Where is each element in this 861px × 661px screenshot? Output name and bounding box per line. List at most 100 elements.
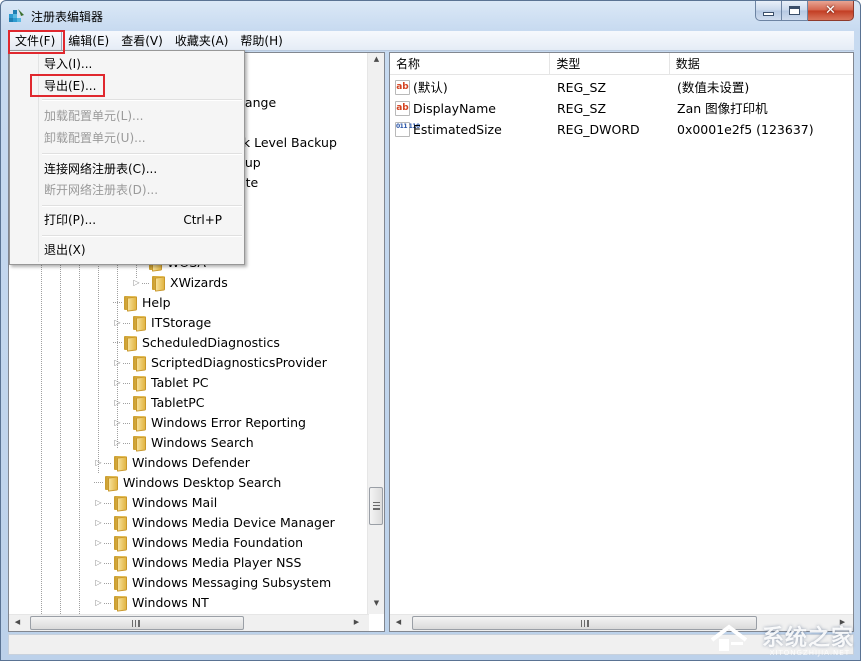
- expand-arrow-icon[interactable]: ▷: [113, 373, 122, 393]
- value-row[interactable]: ab (默认) REG_SZ (数值未设置): [390, 77, 851, 98]
- tree-item[interactable]: Windows Desktop Search: [94, 473, 281, 493]
- tree-item[interactable]: ▷ Windows Defender: [94, 453, 250, 473]
- tree-item[interactable]: ▷ Windows Mail: [94, 493, 217, 513]
- folder-icon: [122, 295, 138, 312]
- scroll-up-arrow[interactable]: ▲: [368, 55, 384, 63]
- menu-item-connect-network-registry[interactable]: 连接网络注册表(C)...: [44, 159, 240, 179]
- value-row[interactable]: 011 110EstimatedSize REG_DWORD 0x0001e2f5 …: [390, 119, 851, 140]
- tree-item[interactable]: ▷ XWizards: [132, 273, 228, 293]
- tree-item[interactable]: ▷ Tablet PC: [113, 373, 208, 393]
- column-header-type[interactable]: 类型: [550, 53, 670, 75]
- folder-icon: [103, 475, 119, 492]
- menu-item-exit[interactable]: 退出(X): [44, 240, 240, 260]
- tree-item-label: Windows Error Reporting: [151, 415, 306, 430]
- tree-item[interactable]: ▷ Windows Messaging Subsystem: [94, 573, 331, 593]
- tree-item[interactable]: ▷ Windows NT: [94, 593, 209, 613]
- folder-icon: [112, 535, 128, 552]
- tree-item[interactable]: ▷ Windows Media Player NSS: [94, 553, 301, 573]
- value-name-cell: ab (默认): [390, 77, 551, 98]
- expand-arrow-icon[interactable]: ▷: [94, 513, 103, 533]
- tree-horizontal-scrollbar[interactable]: ◀ ▶: [9, 614, 369, 631]
- tree-item-label: Windows Mail: [132, 495, 218, 510]
- grip-icon: [373, 502, 380, 510]
- tree-item[interactable]: ▷ ITStorage: [113, 313, 211, 333]
- tree-item-label: ITStorage: [151, 315, 212, 330]
- expand-arrow-icon[interactable]: ▷: [113, 353, 122, 373]
- grip-icon: [581, 620, 589, 627]
- folder-icon: [112, 495, 128, 512]
- grip-icon: [132, 620, 140, 627]
- expand-arrow-icon[interactable]: ▷: [94, 553, 103, 573]
- folder-icon: [112, 555, 128, 572]
- tree-item-label: Windows NT: [132, 595, 209, 610]
- tree-item-label: Windows Search: [151, 435, 254, 450]
- expand-arrow-icon[interactable]: ▷: [94, 533, 103, 553]
- title-bar[interactable]: 注册表编辑器 ✕: [1, 1, 860, 31]
- expand-arrow-icon[interactable]: ▷: [94, 573, 103, 593]
- minimize-button[interactable]: [755, 1, 782, 21]
- tree-item[interactable]: ▷ Windows Media Device Manager: [94, 513, 335, 533]
- close-button[interactable]: ✕: [808, 1, 854, 21]
- folder-icon: [131, 435, 147, 452]
- menu-separator: [42, 235, 242, 237]
- registry-editor-icon: [9, 9, 24, 22]
- tree-item[interactable]: ▷ Windows Media Foundation: [94, 533, 303, 553]
- expand-arrow-icon[interactable]: ▷: [94, 493, 103, 513]
- expand-arrow-icon[interactable]: ▷: [132, 273, 141, 293]
- tree-item-label: Windows Media Device Manager: [132, 515, 335, 530]
- registry-values-pane[interactable]: 名称 类型 数据 ab (默认) REG_SZ (数值未设置) ab DisplayNam…: [389, 52, 854, 632]
- column-header-data[interactable]: 数据: [670, 53, 853, 75]
- scroll-left-arrow[interactable]: ◀: [390, 618, 407, 626]
- value-row[interactable]: ab DisplayName REG_SZ Zan 图像打印机: [390, 98, 851, 119]
- tree-item-partial[interactable]: ck Level Backup: [236, 133, 337, 153]
- tree-item[interactable]: ▷ TabletPC: [113, 393, 205, 413]
- file-menu-dropdown: 导入(I)... 导出(E)... 加载配置单元(L)... 卸载配置单元(U)…: [9, 50, 245, 265]
- value-name: DisplayName: [413, 101, 496, 116]
- menu-bar: 文件(F) 编辑(E) 查看(V) 收藏夹(A) 帮助(H): [8, 30, 854, 51]
- folder-icon: [112, 455, 128, 472]
- values-list-header: 名称 类型 数据: [390, 53, 853, 75]
- value-name-cell: ab DisplayName: [390, 98, 551, 119]
- value-data: Zan 图像打印机: [677, 101, 768, 116]
- expand-arrow-icon[interactable]: ▷: [94, 593, 103, 613]
- tree-item[interactable]: ▷ Windows Search: [113, 433, 254, 453]
- scroll-left-arrow[interactable]: ◀: [9, 618, 26, 626]
- tree-item-label: Windows Messaging Subsystem: [132, 575, 332, 590]
- menu-item-print[interactable]: 打印(P)... Ctrl+P: [44, 210, 240, 230]
- maximize-icon: [789, 6, 800, 15]
- scroll-right-arrow[interactable]: ▶: [348, 618, 365, 626]
- menu-separator: [42, 153, 242, 155]
- column-header-name[interactable]: 名称: [390, 53, 551, 75]
- menu-item-export[interactable]: 导出(E)...: [44, 76, 240, 96]
- value-name: (默认): [413, 80, 448, 95]
- value-data: 0x0001e2f5 (123637): [677, 122, 814, 137]
- expand-arrow-icon[interactable]: ▷: [113, 393, 122, 413]
- menu-file[interactable]: 文件(F): [8, 30, 63, 51]
- tree-item[interactable]: Help: [113, 293, 171, 313]
- menu-favorites[interactable]: 收藏夹(A): [169, 31, 235, 51]
- menu-separator: [42, 205, 242, 207]
- expand-arrow-icon[interactable]: ▷: [113, 433, 122, 453]
- value-type: REG_DWORD: [557, 122, 640, 137]
- expand-arrow-icon[interactable]: ▷: [94, 453, 103, 473]
- folder-icon: [150, 275, 166, 292]
- tree-hscroll-thumb[interactable]: [30, 616, 244, 630]
- tree-item[interactable]: ScheduledDiagnostics: [113, 333, 280, 353]
- tree-vscroll-thumb[interactable]: [369, 487, 383, 525]
- folder-icon: [131, 355, 147, 372]
- tree-vertical-scrollbar[interactable]: ▲ ▼: [367, 53, 384, 614]
- menu-help[interactable]: 帮助(H): [234, 31, 288, 51]
- expand-arrow-icon[interactable]: ▷: [113, 313, 122, 333]
- menu-edit[interactable]: 编辑(E): [62, 31, 115, 51]
- scroll-down-arrow[interactable]: ▼: [368, 599, 384, 607]
- tree-item[interactable]: ▷ ScriptedDiagnosticsProvider: [113, 353, 327, 373]
- values-hscroll-thumb[interactable]: [412, 616, 757, 630]
- tree-item[interactable]: ▷ Windows Error Reporting: [113, 413, 306, 433]
- menu-item-import[interactable]: 导入(I)...: [44, 54, 240, 74]
- folder-icon: [131, 315, 147, 332]
- expand-arrow-icon[interactable]: ▷: [113, 413, 122, 433]
- menu-view[interactable]: 查看(V): [115, 31, 169, 51]
- maximize-button[interactable]: [782, 1, 808, 21]
- tree-item-label: Windows Defender: [132, 455, 250, 470]
- folder-icon: [112, 595, 128, 612]
